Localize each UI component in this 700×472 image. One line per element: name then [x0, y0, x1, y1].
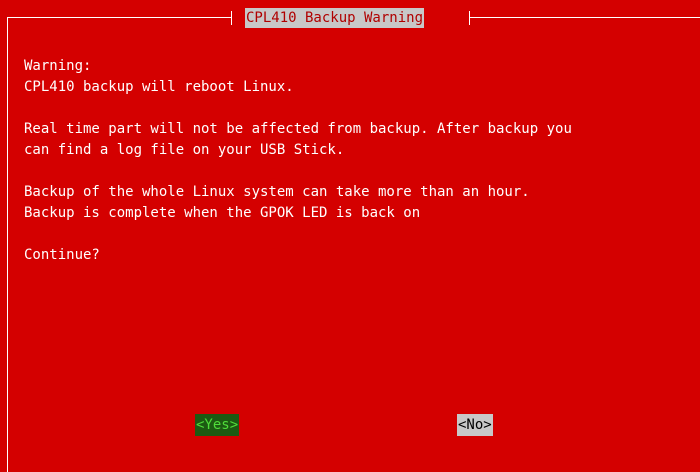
- message-line: [24, 98, 694, 119]
- dialog-border-top-right: [470, 17, 700, 18]
- backup-warning-dialog: CPL410 Backup Warning Warning: CPL410 ba…: [0, 0, 700, 472]
- message-line: Backup is complete when the GPOK LED is …: [24, 205, 421, 221]
- message-line: Real time part will not be affected from…: [24, 121, 572, 137]
- dialog-border-left: [7, 17, 8, 472]
- message-line: Backup of the whole Linux system can tak…: [24, 184, 530, 200]
- yes-button[interactable]: <Yes>: [195, 414, 240, 436]
- dialog-border-top-left: [7, 17, 231, 18]
- message-line: [24, 161, 694, 182]
- title-border-tick-left: [231, 11, 232, 25]
- dialog-title: CPL410 Backup Warning: [245, 8, 425, 28]
- message-line: [24, 224, 694, 245]
- message-line: CPL410 backup will reboot Linux.: [24, 79, 294, 95]
- dialog-buttons: <Yes> <No>: [0, 414, 700, 436]
- continue-prompt: Continue?: [24, 247, 100, 263]
- title-border-tick-right: [469, 11, 470, 25]
- message-line: can find a log file on your USB Stick.: [24, 142, 345, 158]
- no-button[interactable]: <No>: [457, 414, 493, 436]
- dialog-message: Warning: CPL410 backup will reboot Linux…: [24, 56, 694, 266]
- message-line: Warning:: [24, 58, 92, 74]
